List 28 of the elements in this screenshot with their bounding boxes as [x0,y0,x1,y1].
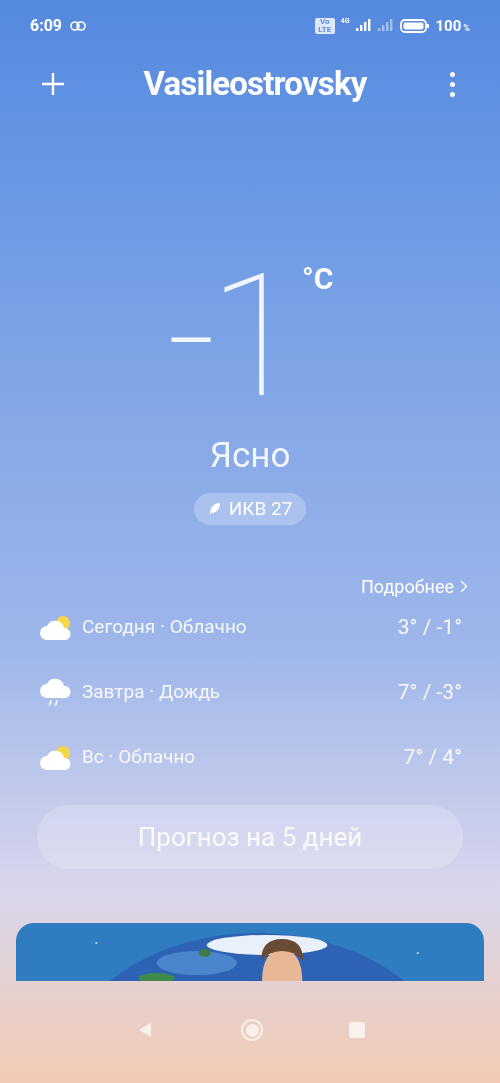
recents-button[interactable] [349,1022,365,1038]
battery-icon [399,19,430,33]
status-time: 6:09 [30,15,63,37]
home-button[interactable] [241,1019,263,1041]
battery-unit: % [463,21,470,35]
rain-cloud-icon [39,677,73,708]
battery-level: 100 [435,15,462,37]
location-title: Vasileostrovsky [143,63,367,106]
signal-icon [377,19,394,33]
signal-icon [355,19,372,33]
cloud-sun-icon [39,613,73,642]
day-forecast: Сегодня · Облачно [82,614,247,641]
link-icon [70,21,87,31]
temperature-range: 7° / -3° [397,678,462,706]
weather-condition: Ясно [209,434,291,478]
details-link[interactable]: Подробнее [361,573,468,600]
temperature-range: 7° / 4° [403,743,462,771]
volte-badge: Vo LTE [314,18,335,34]
leaf-icon [207,502,221,516]
day-forecast: Вс · Облачно [82,744,196,771]
aqi-badge[interactable]: ИКВ 27 [193,493,307,525]
temperature-unit: °C [302,264,334,294]
cloud-sun-icon [39,743,73,772]
day-forecast: Завтра · Дождь [82,679,221,706]
aqi-value: ИКВ 27 [228,495,293,522]
current-temperature: -1 [166,262,295,412]
temperature-range: 3° / -1° [397,613,462,641]
chevron-right-icon [460,580,468,593]
